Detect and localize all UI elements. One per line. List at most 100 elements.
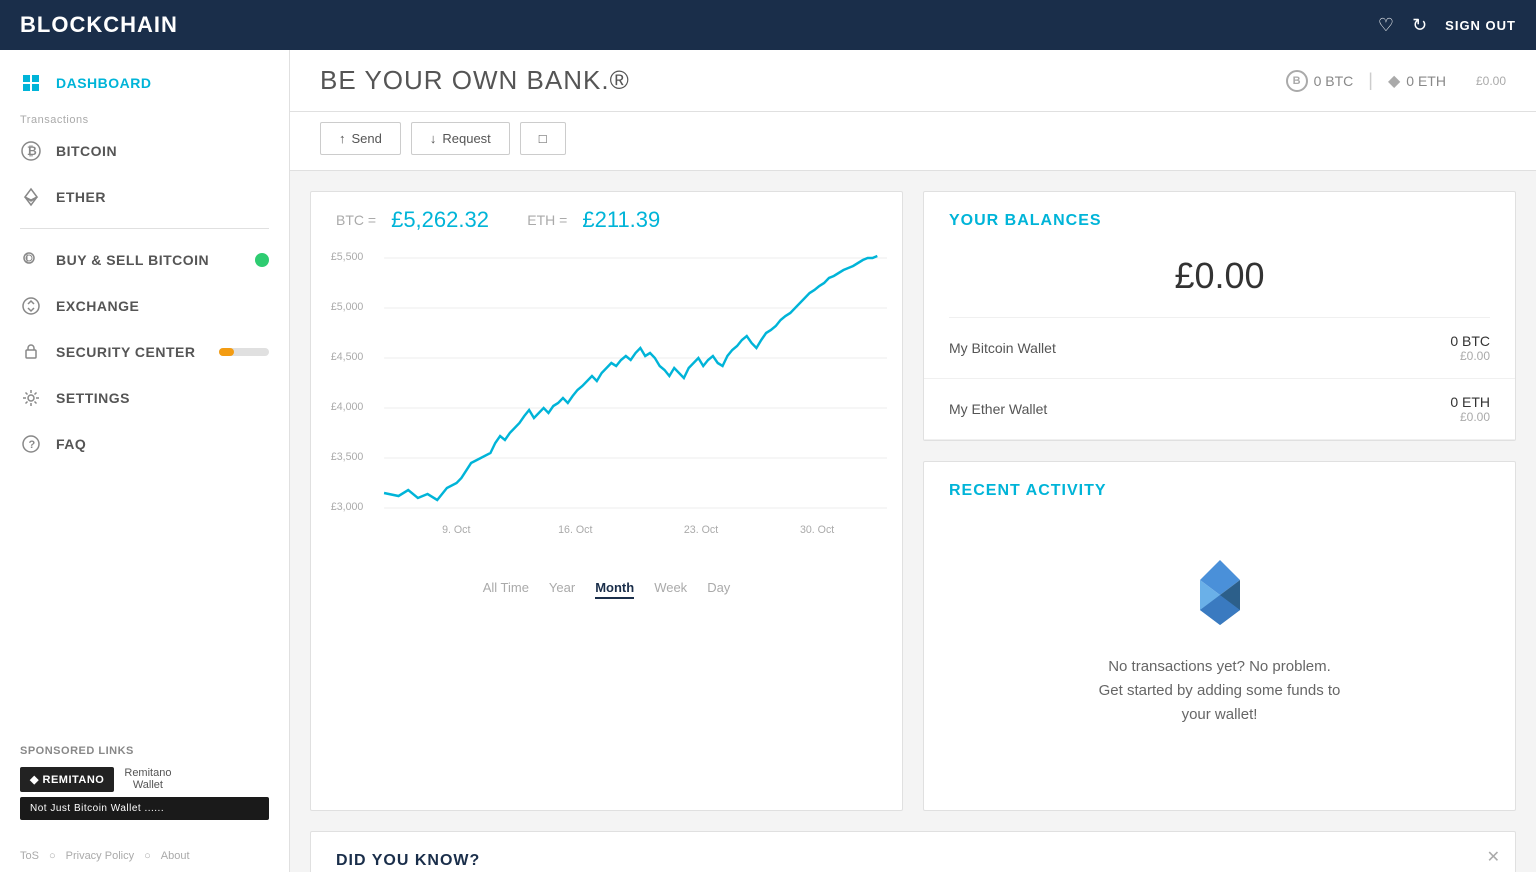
sidebar-label-dashboard: DASHBOARD <box>56 75 152 91</box>
did-you-know-title: DID YOU KNOW? <box>336 852 1490 870</box>
sidebar: DASHBOARD Transactions ₿ BITCOIN <box>0 50 290 872</box>
price-chart-card: BTC = £5,262.32 ETH = £211.39 £5,500 £5,… <box>310 191 903 811</box>
eth-price-value: £211.39 <box>582 207 660 233</box>
tab-day[interactable]: Day <box>707 578 730 599</box>
chart-header: BTC = £5,262.32 ETH = £211.39 <box>311 192 902 243</box>
sidebar-item-security[interactable]: SECURITY CENTER <box>0 329 289 375</box>
faq-icon: ? <box>20 433 42 455</box>
blockchain-logo-icon <box>1180 555 1260 635</box>
tab-all-time[interactable]: All Time <box>483 578 529 599</box>
content-header: BE YOUR OWN BANK.® B 0 BTC | ◆ 0 ETH £0.… <box>290 50 1536 112</box>
sponsor-not-just-bitcoin[interactable]: Not Just Bitcoin Wallet ...... <box>20 797 269 820</box>
footer-privacy[interactable]: Privacy Policy <box>66 850 134 862</box>
sponsor-remitano-wallet[interactable]: RemitanoWallet <box>124 767 171 792</box>
buy-sell-indicator <box>255 253 269 267</box>
footer-tos[interactable]: ToS <box>20 850 39 862</box>
ether-icon <box>20 186 42 208</box>
request-button[interactable]: ↓ Request <box>411 122 510 155</box>
chart-svg-container: £5,500 £5,000 £4,500 £4,000 £3,500 £3,00… <box>311 243 902 563</box>
tab-week[interactable]: Week <box>654 578 687 599</box>
sponsor-remitano-logo[interactable]: ◆ REMITANO <box>20 767 114 792</box>
signout-button[interactable]: SIGN OUT <box>1445 18 1516 33</box>
buy-sell-icon <box>20 249 42 271</box>
sidebar-label-security: SECURITY CENTER <box>56 344 195 360</box>
sidebar-item-bitcoin[interactable]: ₿ BITCOIN <box>0 128 289 174</box>
svg-text:£5,500: £5,500 <box>331 251 364 263</box>
sidebar-label-exchange: EXCHANGE <box>56 298 139 314</box>
security-icon <box>20 341 42 363</box>
request-icon: ↓ <box>430 131 437 146</box>
sponsored-title: SPONSORED LINKS <box>20 745 269 757</box>
copy-button[interactable]: □ <box>520 122 566 155</box>
sidebar-item-ether[interactable]: ETHER <box>0 174 289 220</box>
eth-balance-value: 0 ETH <box>1406 73 1446 89</box>
btc-balance-display: B 0 BTC <box>1286 70 1354 92</box>
svg-text:£5,000: £5,000 <box>331 301 364 313</box>
bitcoin-crypto-amount: 0 BTC <box>1450 333 1490 349</box>
footer-links: ToS ○ Privacy Policy ○ About <box>0 840 289 872</box>
btc-price-label: BTC = <box>336 212 376 228</box>
send-icon: ↑ <box>339 131 346 146</box>
copy-icon: □ <box>539 131 547 146</box>
svg-text:9. Oct: 9. Oct <box>442 524 470 536</box>
sidebar-item-faq[interactable]: ? FAQ <box>0 421 289 467</box>
send-button[interactable]: ↑ Send <box>320 122 401 155</box>
settings-icon <box>20 387 42 409</box>
balances-card: YOUR BALANCES £0.00 My Bitcoin Wallet 0 … <box>923 191 1516 441</box>
bitcoin-wallet-name: My Bitcoin Wallet <box>949 340 1056 356</box>
eth-balance-display: ◆ 0 ETH <box>1388 71 1446 91</box>
ether-fiat-amount: £0.00 <box>1450 410 1490 424</box>
header-balance: B 0 BTC | ◆ 0 ETH £0.00 <box>1286 70 1506 92</box>
bitcoin-wallet-row: My Bitcoin Wallet 0 BTC £0.00 <box>924 318 1515 379</box>
recent-activity-card: RECENT ACTIVITY No transactions yet? No … <box>923 461 1516 811</box>
sidebar-item-settings[interactable]: SETTINGS <box>0 375 289 421</box>
tab-year[interactable]: Year <box>549 578 575 599</box>
did-you-know-close[interactable]: ✕ <box>1487 847 1500 867</box>
security-progress-fill <box>219 348 234 356</box>
footer-separator-1: ○ <box>49 850 56 862</box>
sponsor-remitano-wallet-text: RemitanoWallet <box>124 767 171 791</box>
sidebar-item-buy-sell[interactable]: BUY & SELL BITCOIN <box>0 237 289 283</box>
top-navigation: BLOCKCHAIN ♡ ↻ SIGN OUT <box>0 0 1536 50</box>
bell-icon[interactable]: ♡ <box>1378 15 1394 36</box>
svg-text:£4,000: £4,000 <box>331 401 364 413</box>
activity-empty-state: No transactions yet? No problem. Get sta… <box>924 515 1515 767</box>
svg-text:₿: ₿ <box>27 144 37 158</box>
fiat-balance-total: £0.00 <box>1476 74 1506 88</box>
sidebar-divider-1 <box>20 228 269 229</box>
sidebar-nav: DASHBOARD Transactions ₿ BITCOIN <box>0 50 289 477</box>
total-balance: £0.00 <box>949 245 1490 318</box>
btc-price-value: £5,262.32 <box>391 207 489 233</box>
sidebar-item-dashboard[interactable]: DASHBOARD <box>0 60 289 106</box>
ether-wallet-row: My Ether Wallet 0 ETH £0.00 <box>924 379 1515 440</box>
ether-crypto-amount: 0 ETH <box>1450 394 1490 410</box>
content-grid: YOUR BALANCES £0.00 My Bitcoin Wallet 0 … <box>290 171 1536 831</box>
price-chart-svg: £5,500 £5,000 £4,500 £4,000 £3,500 £3,00… <box>326 248 887 548</box>
main-layout: DASHBOARD Transactions ₿ BITCOIN <box>0 50 1536 872</box>
svg-text:23. Oct: 23. Oct <box>684 524 718 536</box>
svg-text:?: ? <box>29 439 36 451</box>
balance-divider: | <box>1368 70 1373 91</box>
price-separator <box>504 212 512 229</box>
svg-text:30. Oct: 30. Oct <box>800 524 834 536</box>
footer-about[interactable]: About <box>161 850 190 862</box>
chart-prices: BTC = £5,262.32 ETH = £211.39 <box>336 207 877 233</box>
activity-empty-text: No transactions yet? No problem. Get sta… <box>1099 655 1341 727</box>
main-content: BE YOUR OWN BANK.® B 0 BTC | ◆ 0 ETH £0.… <box>290 50 1536 872</box>
action-bar: ↑ Send ↓ Request □ <box>290 112 1536 171</box>
sponsor-remitano-box[interactable]: ◆ REMITANO <box>20 767 114 792</box>
bitcoin-wallet-balance: 0 BTC £0.00 <box>1450 333 1490 363</box>
bitcoin-fiat-amount: £0.00 <box>1450 349 1490 363</box>
eth-price-label: ETH = <box>527 212 567 228</box>
tab-month[interactable]: Month <box>595 578 634 599</box>
eth-diamond-icon: ◆ <box>1388 71 1400 91</box>
bitcoin-icon: ₿ <box>20 140 42 162</box>
nav-right: ♡ ↻ SIGN OUT <box>1378 15 1516 36</box>
refresh-icon[interactable]: ↻ <box>1412 15 1427 36</box>
sidebar-label-ether: ETHER <box>56 189 106 205</box>
footer-separator-2: ○ <box>144 850 151 862</box>
svg-text:16. Oct: 16. Oct <box>558 524 592 536</box>
chart-tabs: All Time Year Month Week Day <box>311 563 902 614</box>
sidebar-label-buy-sell: BUY & SELL BITCOIN <box>56 252 209 268</box>
sidebar-item-exchange[interactable]: EXCHANGE <box>0 283 289 329</box>
